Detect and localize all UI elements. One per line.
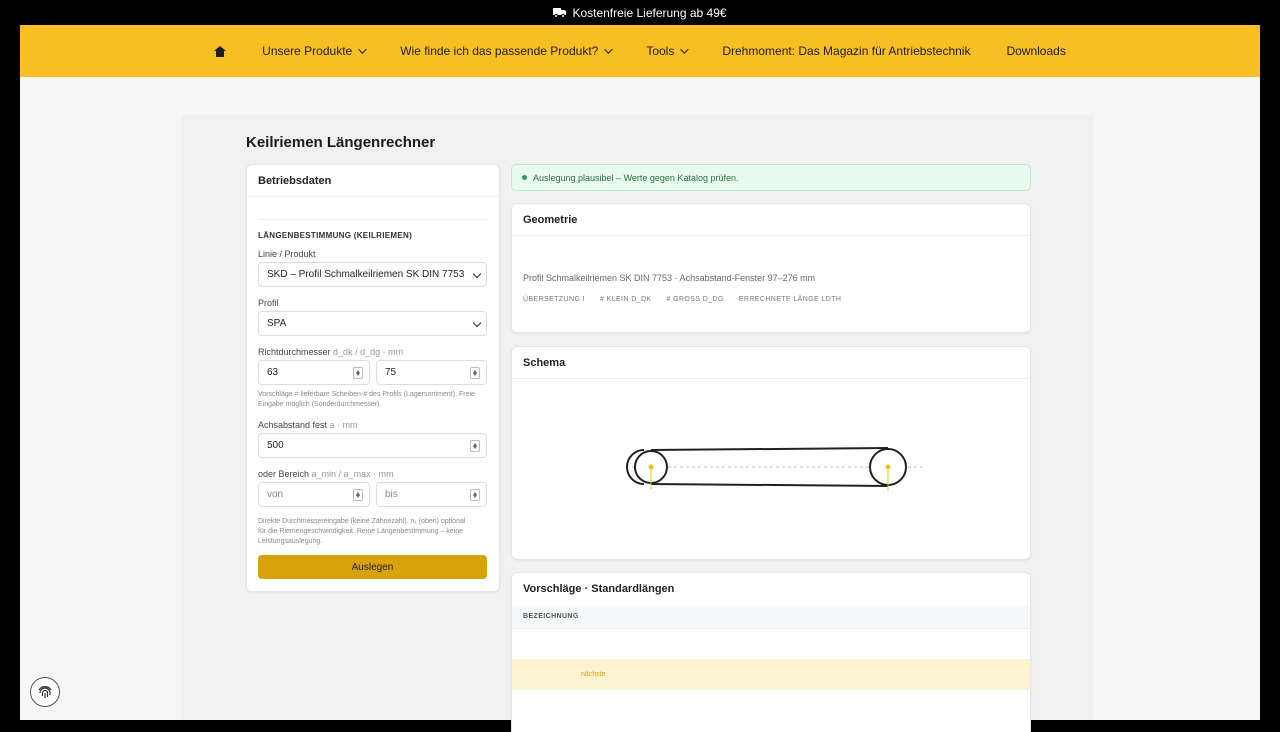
nav-item-label: Wie finde ich das passende Produkt? [400,44,599,58]
diameter-hint: Vorschläge = lieferbare Scheiben-# des P… [258,391,475,408]
nav-item-label: Tools [646,44,675,58]
range-unit: a_min / a_max · mm [311,469,394,479]
chevron-down-icon [604,45,613,54]
axis-distance-input[interactable]: 500 [258,433,487,458]
range-min-input[interactable]: von [258,482,370,507]
nav-item-tools[interactable]: Tools [646,44,690,58]
column-header-designation: BEZEICHNUNG [523,613,579,620]
stepper-icon[interactable] [470,367,480,379]
chevron-down-icon [358,45,367,54]
range-max-placeholder: bis [385,489,398,500]
shipping-banner-text: Kostenfreie Lieferung ab 49€ [572,5,727,20]
nav-item-magazine[interactable]: Drehmoment: Das Magazin für Antriebstech… [722,44,970,58]
stepper-icon[interactable] [470,440,480,452]
profile-label: Profil [258,298,279,308]
table-row[interactable]: nächste [512,659,1030,690]
nav-item-product-finder[interactable]: Wie finde ich das passende Produkt? [400,44,613,58]
geometry-tag: # KLEIN D_DK [599,296,652,303]
small-diameter-value: 63 [267,367,279,378]
geometry-tag: ÜBERSETZUNG I [523,296,585,303]
card-title: Geometrie [512,204,1030,236]
nav-item-downloads[interactable]: Downloads [1006,44,1065,58]
belt-schema-diagram [626,447,922,491]
card-title: Betriebsdaten [247,165,499,197]
highlight-text: nächste [581,671,606,678]
operating-data-card: Betriebsdaten LÄNGENBESTIMMUNG (KEILRIEM… [246,164,500,592]
large-diameter-input[interactable]: 75 [376,360,487,385]
nav-item-label: Drehmoment: Das Magazin für Antriebstech… [722,44,971,58]
nav-item-products[interactable]: Unsere Produkte [262,44,367,58]
card-title: Vorschläge · Standardlängen [523,583,675,595]
stepper-icon[interactable] [353,367,363,379]
axis-label-text: Achsabstand fest [258,420,328,430]
section-heading: LÄNGENBESTIMMUNG (KEILRIEMEN) [258,231,413,240]
nav-item-label: Downloads [1006,44,1066,58]
profile-select-value: SPA [267,318,287,329]
footer-hint: Direkte Durchmessereingabe (keine Zähnez… [258,518,466,545]
status-text: Auslegung plausibel – Werte gegen Katalo… [533,172,739,183]
status-alert: Auslegung plausibel – Werte gegen Katalo… [511,164,1031,191]
axis-unit: a · mm [329,420,358,430]
range-label: oder Bereich a_min / a_max · mm [258,469,394,479]
product-select-value: SKD – Profil Schmalkeilriemen SK DIN 775… [267,269,465,280]
geometry-tag: ERRECHNETE LÄNGE LDTH [738,296,842,303]
table-header: BEZEICHNUNG [512,605,1030,629]
product-select[interactable]: SKD – Profil Schmalkeilriemen SK DIN 775… [258,262,487,287]
diameter-unit: d_dk / d_dg · mm [333,347,404,357]
main-navigation: Unsere Produkte Wie finde ich das passen… [20,25,1260,77]
range-min-placeholder: von [267,489,284,500]
fingerprint-icon[interactable] [30,677,60,707]
nav-item-label: Unsere Produkte [262,44,353,58]
diameter-label-text: Richtdurchmesser [258,347,331,357]
geometry-tag: # GROSS D_DG [666,296,724,303]
axis-distance-value: 500 [267,440,284,451]
range-max-input[interactable]: bis [376,482,487,507]
profile-select[interactable]: SPA [258,311,487,336]
divider [258,219,487,220]
geometry-description: Profil Schmalkeilriemen SK DIN 7753 · Ac… [523,273,816,283]
geometry-tags: ÜBERSETZUNG I # KLEIN D_DK # GROSS D_DG … [523,296,841,303]
stepper-icon[interactable] [470,489,480,501]
home-icon[interactable] [214,45,227,57]
submit-button[interactable]: Auslegen [258,555,487,579]
small-diameter-input[interactable]: 63 [258,360,370,385]
chevron-down-icon [680,45,690,54]
card-title: Schema [512,347,1030,379]
belt-bottom [650,483,889,487]
belt-top [650,447,889,451]
suggestions-card: Vorschläge · Standardlängen BEZEICHNUNG … [511,572,1031,732]
page-title: Keilriemen Längenrechner [246,134,436,151]
diameter-label: Richtdurchmesser d_dk / d_dg · mm [258,347,403,357]
truck-icon [553,8,567,18]
range-label-text: oder Bereich [258,469,310,479]
large-diameter-value: 75 [385,367,397,378]
shipping-banner: Kostenfreie Lieferung ab 49€ [0,0,1280,25]
axis-distance-label: Achsabstand fest a · mm [258,420,358,430]
stepper-icon[interactable] [353,489,363,501]
geometry-card: Geometrie Profil Schmalkeilriemen SK DIN… [511,203,1031,333]
fingerprint-glyph [38,686,52,698]
schema-card: Schema [511,346,1031,560]
submit-button-label: Auslegen [351,561,394,573]
page-frame: Unsere Produkte Wie finde ich das passen… [20,25,1260,732]
product-label: Linie / Produkt [258,249,316,259]
status-dot-icon [522,175,527,180]
